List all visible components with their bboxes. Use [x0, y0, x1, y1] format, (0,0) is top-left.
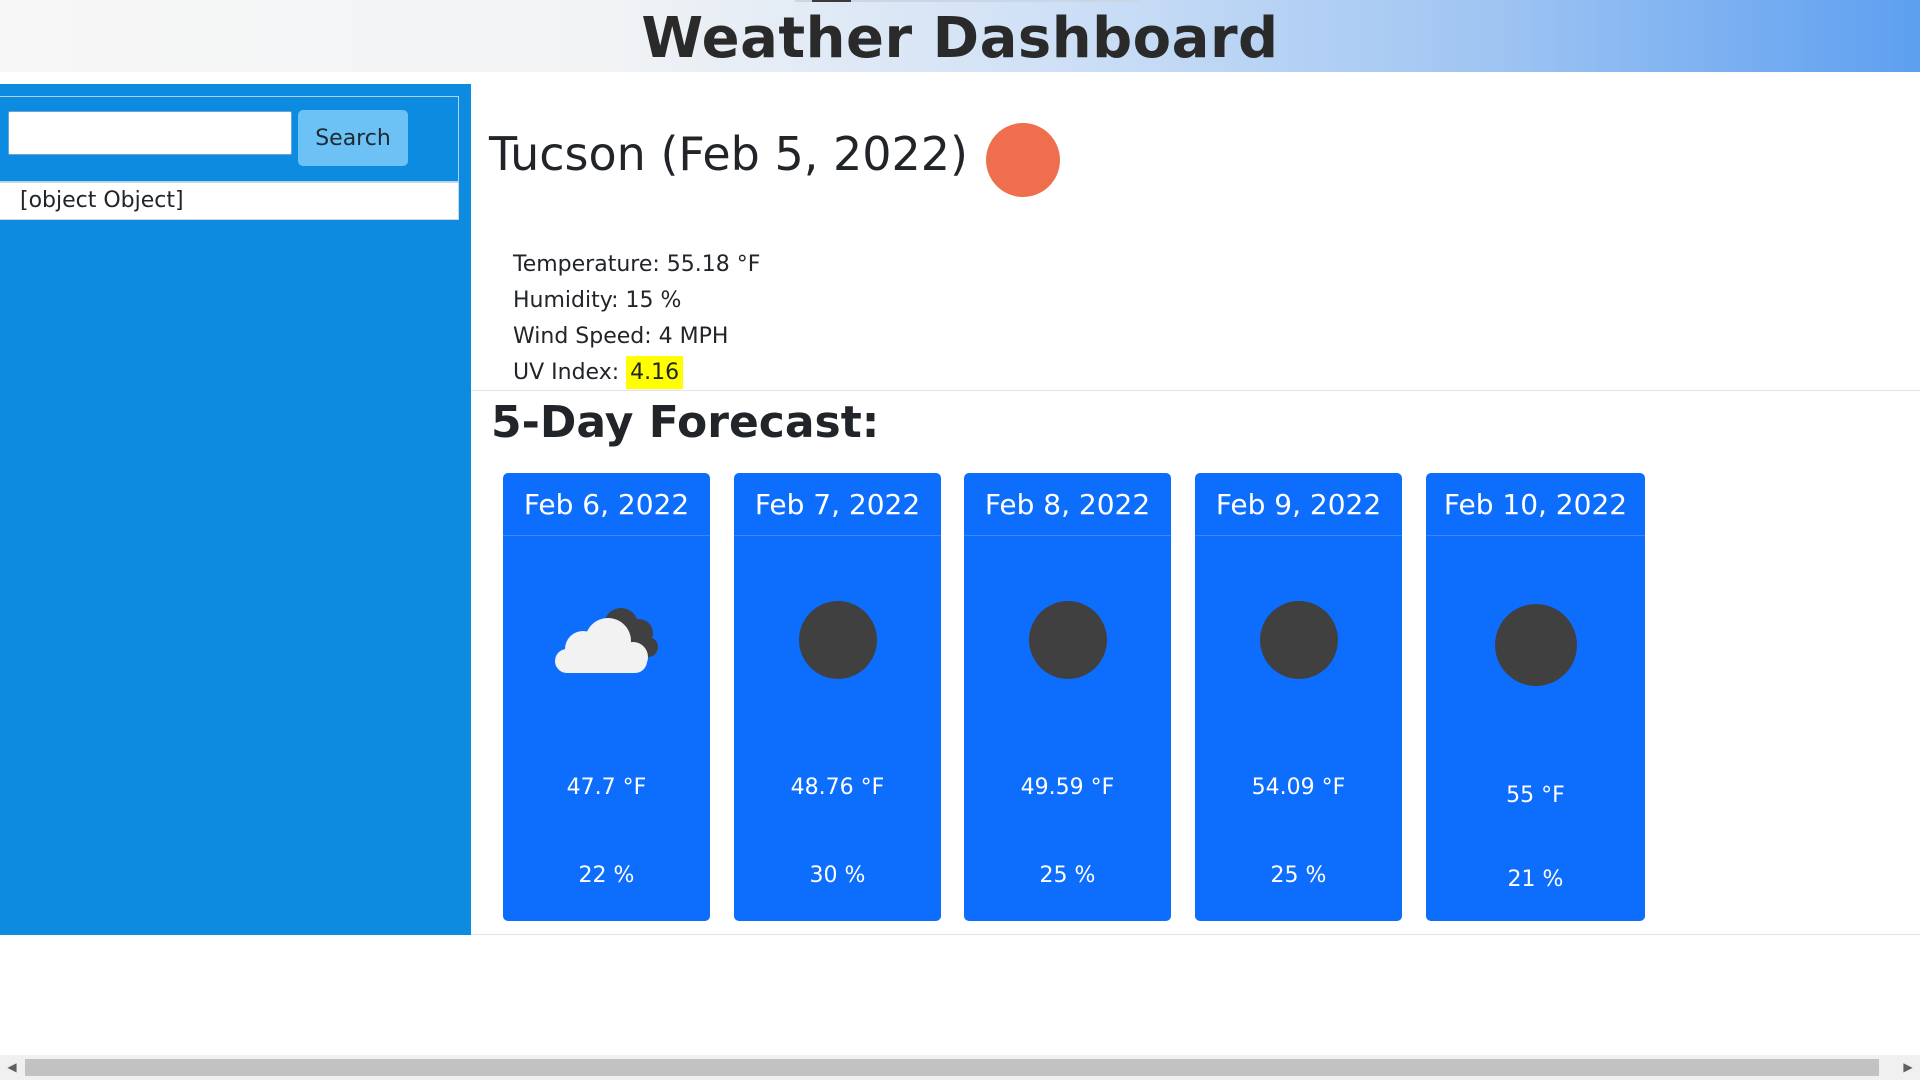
forecast-temperature: 48.76 °F: [790, 775, 885, 800]
search-history-item[interactable]: [object Object]: [0, 182, 459, 220]
forecast-heading: 5-Day Forecast:: [491, 397, 880, 448]
horizontal-scrollbar[interactable]: ◀ ▶: [0, 1055, 1920, 1080]
search-form: Search: [0, 96, 459, 182]
cloudy-icon: [553, 603, 671, 681]
uv-index-label: UV Index:: [513, 360, 627, 385]
header-tab-indicator: [812, 0, 851, 2]
wind-speed-text: Wind Speed: 4 MPH: [513, 324, 729, 349]
forecast-humidity: 22 %: [578, 863, 635, 888]
forecast-date: Feb 8, 2022: [964, 473, 1171, 536]
forecast-humidity: 21 %: [1507, 867, 1564, 892]
forecast-temperature: 55 °F: [1506, 783, 1565, 808]
night-icon: [1494, 604, 1577, 686]
forecast-card: Feb 9, 2022 54.09 °F 25 %: [1195, 473, 1402, 921]
forecast-date: Feb 7, 2022: [734, 473, 941, 536]
scroll-right-arrow-icon[interactable]: ▶: [1896, 1055, 1920, 1080]
forecast-temperature: 47.7 °F: [566, 775, 647, 800]
forecast-temperature: 54.09 °F: [1251, 775, 1346, 800]
forecast-humidity: 25 %: [1270, 863, 1327, 888]
city-search-input[interactable]: [8, 111, 292, 155]
forecast-card: Feb 7, 2022 48.76 °F 30 %: [734, 473, 941, 921]
forecast-date: Feb 6, 2022: [503, 473, 710, 536]
section-divider: [471, 934, 1920, 935]
night-icon: [1259, 601, 1338, 679]
humidity-text: Humidity: 15 %: [513, 288, 682, 313]
forecast-humidity: 25 %: [1039, 863, 1096, 888]
page-title: Weather Dashboard: [641, 6, 1279, 71]
scroll-left-arrow-icon[interactable]: ◀: [0, 1055, 24, 1080]
forecast-temperature: 49.59 °F: [1020, 775, 1115, 800]
search-button[interactable]: Search: [298, 110, 408, 166]
current-weather-details: Temperature: 55.18 °F Humidity: 15 % Win…: [513, 247, 760, 391]
forecast-date: Feb 10, 2022: [1426, 473, 1645, 536]
forecast-card: Feb 6, 2022 47.7 °F 22 %: [503, 473, 710, 921]
section-divider: [471, 390, 1920, 391]
forecast-card: Feb 10, 2022 55 °F 21 %: [1426, 473, 1645, 921]
forecast-date: Feb 9, 2022: [1195, 473, 1402, 536]
temperature-text: Temperature: 55.18 °F: [513, 252, 761, 277]
night-icon: [798, 601, 877, 679]
page-header: Weather Dashboard: [0, 0, 1920, 72]
search-sidebar: Search [object Object]: [0, 84, 471, 935]
scrollbar-thumb[interactable]: [25, 1059, 1879, 1076]
forecast-card: Feb 8, 2022 49.59 °F 25 %: [964, 473, 1171, 921]
uv-index-row: UV Index: 4.16: [513, 355, 760, 391]
night-icon: [1028, 601, 1107, 679]
uv-index-badge: 4.16: [626, 356, 684, 389]
current-city-title: Tucson (Feb 5, 2022): [489, 127, 968, 181]
sun-icon: [986, 123, 1060, 197]
forecast-humidity: 30 %: [809, 863, 866, 888]
